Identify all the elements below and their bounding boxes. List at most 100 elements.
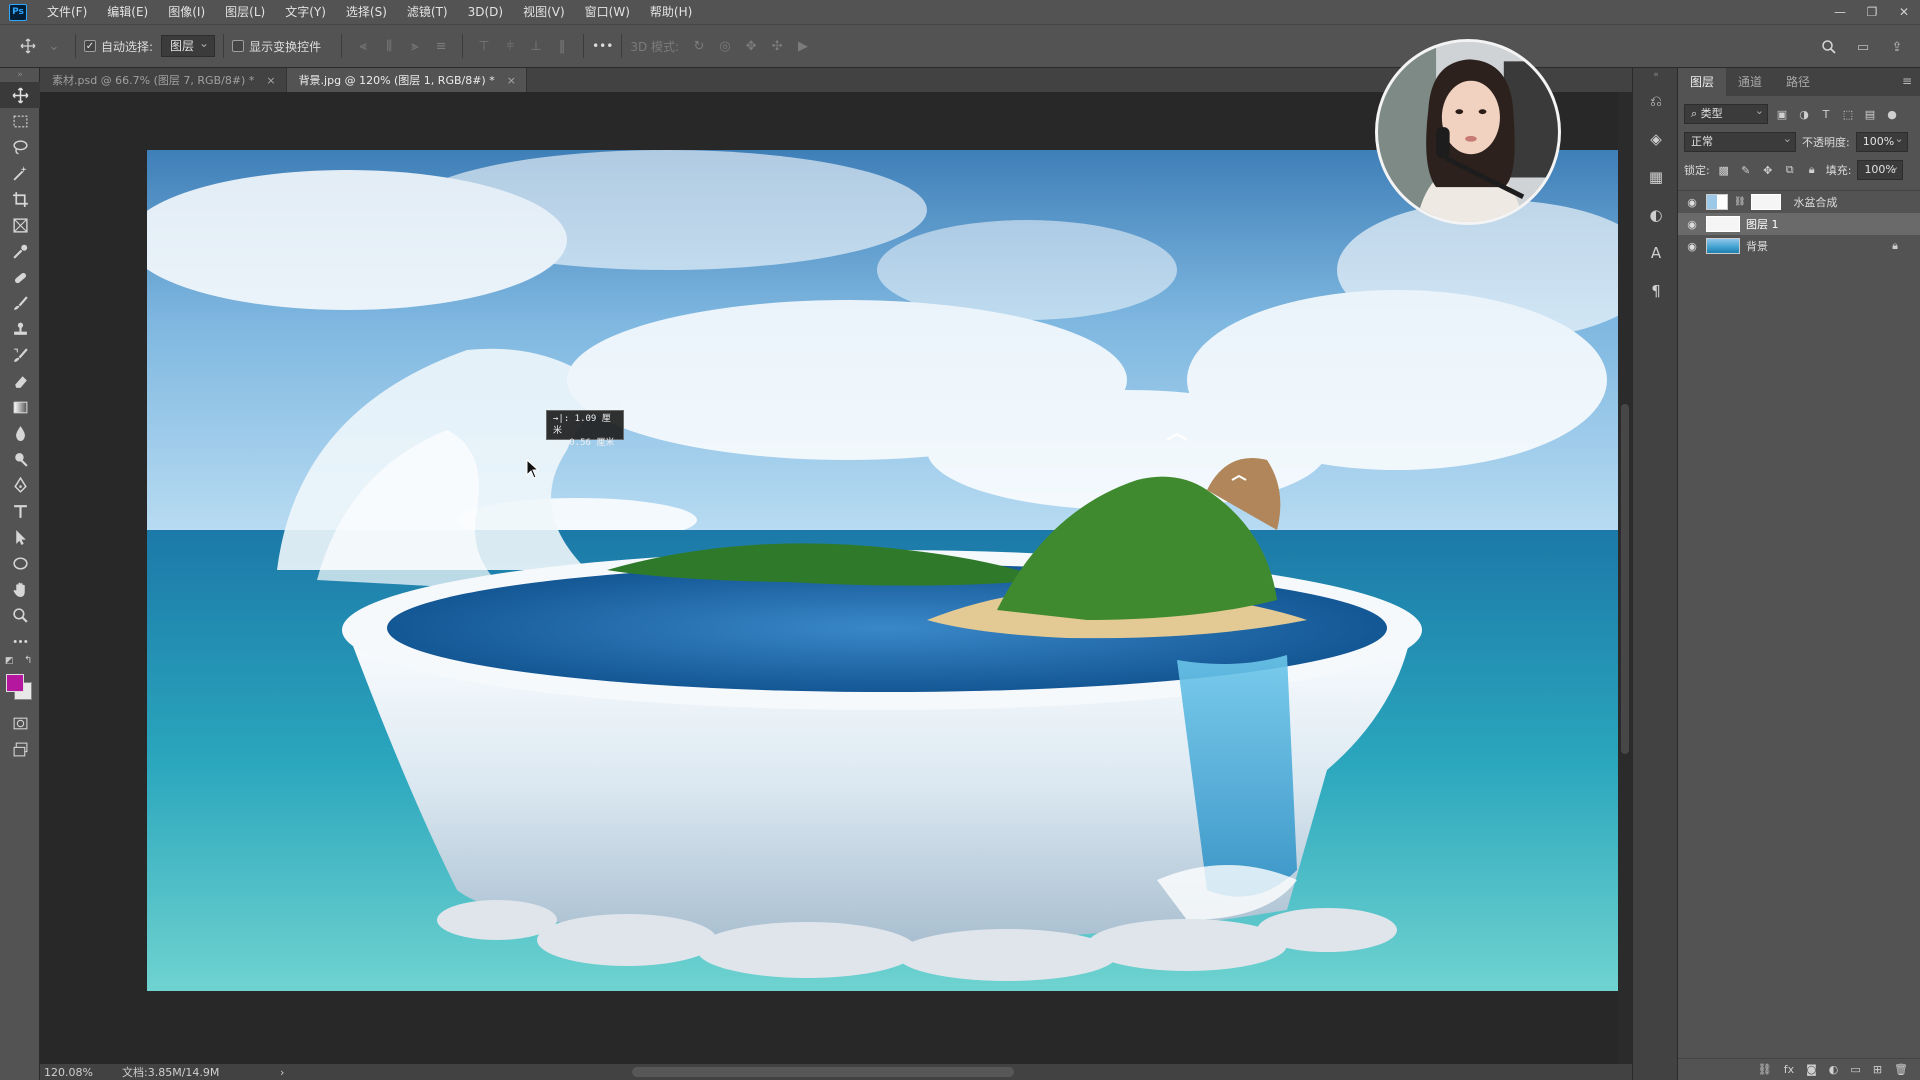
ellipse-tool-icon[interactable] — [0, 550, 40, 576]
share-icon[interactable]: ⇪ — [1887, 37, 1907, 57]
align-bottom-icon[interactable]: ⊥ — [526, 36, 546, 56]
default-colors-icon[interactable]: ◩ — [5, 656, 14, 666]
marquee-tool-icon[interactable] — [0, 108, 40, 134]
lock-transparent-icon[interactable]: ▩ — [1716, 162, 1732, 178]
paragraph-panel-icon[interactable]: ¶ — [1633, 272, 1679, 310]
menu-help[interactable]: 帮助(H) — [640, 0, 702, 24]
move-tool-icon[interactable] — [0, 82, 40, 108]
link-icon[interactable]: ⛓ — [1758, 1063, 1772, 1076]
opacity-input[interactable]: 100% — [1855, 130, 1908, 152]
3d-slide-icon[interactable]: ✣ — [767, 36, 787, 56]
fill-input[interactable]: 100% — [1857, 158, 1904, 180]
zoom-tool-icon[interactable] — [0, 602, 40, 628]
chevron-down-icon[interactable]: ⌄ — [44, 36, 64, 56]
panel-menu-icon[interactable]: ≡ — [1902, 74, 1912, 88]
minimize-button[interactable]: — — [1824, 0, 1856, 24]
filter-toggle-icon[interactable]: ● — [1884, 106, 1900, 122]
collapse-dock-icon[interactable]: « — [1633, 68, 1679, 82]
layer-row-layer-1[interactable]: ◉ 图层 1 — [1678, 213, 1920, 235]
menu-type[interactable]: 文字(Y) — [275, 0, 336, 24]
blur-tool-icon[interactable] — [0, 420, 40, 446]
menu-edit[interactable]: 编辑(E) — [97, 0, 158, 24]
history-brush-tool-icon[interactable] — [0, 342, 40, 368]
menu-window[interactable]: 窗口(W) — [575, 0, 640, 24]
adjustments-panel-icon[interactable]: ◐ — [1633, 196, 1679, 234]
layer-filter-dropdown[interactable]: ⌕ 类型 — [1684, 102, 1768, 124]
tab-sucai-psd[interactable]: 素材.psd @ 66.7% (图层 7, RGB/8#) * × — [40, 68, 287, 92]
lasso-tool-icon[interactable] — [0, 134, 40, 160]
swap-colors-icon[interactable]: ↰ — [24, 655, 32, 666]
auto-select-target-dropdown[interactable]: 图层 — [161, 33, 216, 57]
layer-row-background[interactable]: ◉ 背景 🔒︎ — [1678, 235, 1920, 257]
type-tool-icon[interactable] — [0, 498, 40, 524]
gradient-tool-icon[interactable] — [0, 394, 40, 420]
distribute-icon[interactable]: ≡ — [431, 36, 451, 56]
vertical-scrollbar[interactable] — [1618, 92, 1632, 1064]
visibility-eye-icon[interactable]: ◉ — [1684, 239, 1700, 253]
visibility-eye-icon[interactable]: ◉ — [1684, 195, 1700, 209]
healing-brush-tool-icon[interactable] — [0, 264, 40, 290]
menu-view[interactable]: 视图(V) — [513, 0, 575, 24]
close-icon[interactable]: × — [507, 74, 516, 87]
close-button[interactable]: ✕ — [1888, 0, 1920, 24]
vertical-scrollbar-thumb[interactable] — [1621, 404, 1629, 754]
character-panel-icon[interactable]: A — [1633, 234, 1679, 272]
tab-channels[interactable]: 通道 — [1726, 68, 1774, 96]
show-transform-checkbox[interactable] — [232, 40, 245, 52]
workspace-icon[interactable]: ▭ — [1853, 37, 1873, 57]
filter-shape-icon[interactable]: ⬚ — [1840, 106, 1856, 122]
fx-icon[interactable]: fx — [1784, 1063, 1794, 1076]
search-icon[interactable] — [1819, 37, 1839, 57]
path-selection-tool-icon[interactable] — [0, 524, 40, 550]
tab-layers[interactable]: 图层 — [1678, 68, 1727, 96]
menu-layer[interactable]: 图层(L) — [215, 0, 275, 24]
eyedropper-tool-icon[interactable] — [0, 238, 40, 264]
trash-icon[interactable]: 🗑︎ — [1894, 1063, 1908, 1076]
distribute-vertical-icon[interactable]: ‖ — [552, 36, 572, 56]
adjustment-icon[interactable]: ◐ — [1829, 1063, 1839, 1076]
3d-camera-icon[interactable]: ▶ — [793, 36, 813, 56]
tab-beijing-jpg[interactable]: 背景.jpg @ 120% (图层 1, RGB/8#) * × — [286, 68, 527, 92]
history-panel-icon[interactable]: ⎌ — [1633, 82, 1679, 120]
layer-mask-thumbnail[interactable] — [1751, 194, 1782, 210]
filter-adjustment-icon[interactable]: ◑ — [1796, 106, 1812, 122]
pen-tool-icon[interactable] — [0, 472, 40, 498]
clone-stamp-tool-icon[interactable] — [0, 316, 40, 342]
lock-position-icon[interactable]: ✥ — [1760, 162, 1776, 178]
eraser-tool-icon[interactable] — [0, 368, 40, 394]
filter-pixel-icon[interactable]: ▣ — [1774, 106, 1790, 122]
3d-pan-icon[interactable]: ✥ — [741, 36, 761, 56]
collapse-toolbar-icon[interactable]: » — [0, 68, 40, 82]
more-tools-icon[interactable] — [0, 628, 40, 654]
3d-orbit-icon[interactable]: ↻ — [689, 36, 709, 56]
close-icon[interactable]: × — [266, 74, 275, 87]
lock-all-icon[interactable]: 🔒︎ — [1804, 162, 1820, 178]
filter-smartobject-icon[interactable]: ▤ — [1862, 106, 1878, 122]
quick-mask-icon[interactable] — [0, 710, 40, 736]
visibility-eye-icon[interactable]: ◉ — [1684, 217, 1700, 231]
menu-select[interactable]: 选择(S) — [336, 0, 397, 24]
align-middle-icon[interactable]: ⫩ — [500, 36, 520, 56]
new-layer-icon[interactable]: ⊞ — [1873, 1063, 1882, 1076]
hand-tool-icon[interactable] — [0, 576, 40, 602]
3d-roll-icon[interactable]: ◎ — [715, 36, 735, 56]
menu-3d[interactable]: 3D(D) — [458, 0, 513, 24]
3d-panel-icon[interactable]: ◈ — [1633, 120, 1679, 158]
status-menu-arrow[interactable]: › — [280, 1066, 284, 1079]
crop-tool-icon[interactable] — [0, 186, 40, 212]
filter-type-icon[interactable]: T — [1818, 106, 1834, 122]
menu-filter[interactable]: 滤镜(T) — [397, 0, 458, 24]
screen-mode-icon[interactable] — [0, 736, 40, 762]
brush-tool-icon[interactable] — [0, 290, 40, 316]
align-left-icon[interactable]: ⫷ — [353, 36, 373, 56]
dodge-tool-icon[interactable] — [0, 446, 40, 472]
auto-select-checkbox[interactable]: ✓ — [84, 40, 96, 52]
restore-button[interactable]: ❐ — [1856, 0, 1888, 24]
folder-icon[interactable]: ▭ — [1850, 1063, 1860, 1076]
lock-artboard-icon[interactable]: ⧉ — [1782, 162, 1798, 178]
more-options-button[interactable]: ••• — [592, 39, 613, 53]
align-center-icon[interactable]: ⫼ — [379, 36, 399, 56]
magic-wand-tool-icon[interactable] — [0, 160, 40, 186]
document-canvas-image[interactable] — [147, 150, 1618, 991]
horizontal-scrollbar-thumb[interactable] — [632, 1067, 1014, 1077]
